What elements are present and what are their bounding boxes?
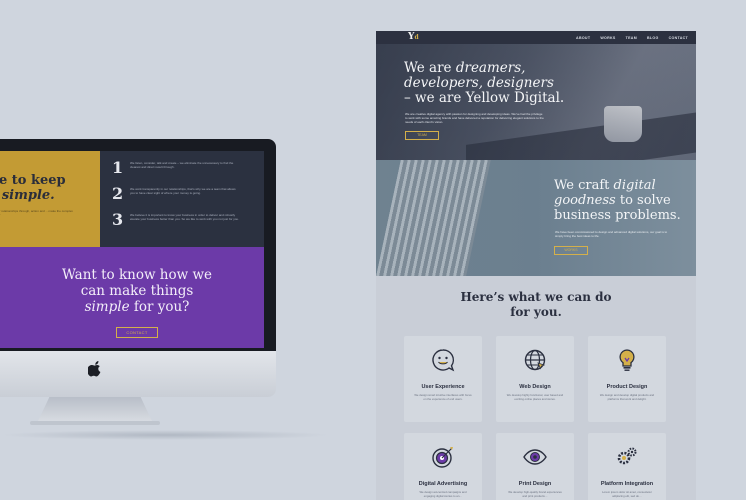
service-card-user-experience[interactable]: User Experience We design smart intuitiv… — [404, 336, 482, 422]
service-desc: We design ad-centred campaigns and engag… — [419, 490, 467, 498]
service-title: Digital Advertising — [418, 481, 468, 487]
step-2: 2 We work transparently in our relations… — [112, 185, 240, 203]
target-icon — [432, 447, 453, 468]
steps-panel: 1 We listen, consider, talk and create –… — [100, 151, 264, 247]
cta-line2: can make things — [80, 283, 194, 299]
step-number: 1 — [112, 158, 124, 177]
step-text: We work transparently in our relationshi… — [130, 187, 236, 195]
logo-subletter: d — [414, 34, 419, 41]
service-title: Product Design — [606, 384, 648, 390]
nav-team[interactable]: TEAM — [626, 36, 637, 40]
service-desc: Lorem ipsum dolor sit amet, consectetur … — [602, 490, 652, 498]
hero-line1-prefix: We are — [404, 60, 456, 76]
craft-line2: goodness to solve — [554, 193, 681, 208]
craft-paragraph: We have been commissioned to design and … — [555, 230, 668, 238]
craft-works-button[interactable]: WORKS — [554, 246, 588, 255]
craft-line1-emphasis: digital — [613, 178, 656, 193]
nav-contact[interactable]: CONTACT — [669, 36, 688, 40]
simple-heading-line2: s simple. — [0, 188, 100, 203]
globe-icon — [524, 349, 546, 371]
nav-about[interactable]: ABOUT — [576, 36, 590, 40]
service-card-web-design[interactable]: Web Design We develop highly functional,… — [496, 336, 574, 422]
cta-line1: Want to know how we — [61, 267, 213, 283]
service-title: Web Design — [519, 384, 551, 390]
nav-links: ABOUT WORKS TEAM BLOG CONTACT — [576, 31, 688, 44]
craft-line2-emphasis: goodness — [554, 193, 616, 208]
cta-emphasis: simple — [84, 299, 130, 315]
craft-section: We craft digital goodness to solve busin… — [376, 160, 696, 276]
service-desc: We develop high-quality brand experience… — [508, 490, 562, 498]
service-card-platform-integration[interactable]: Platform Integration Lorem ipsum dolor s… — [588, 433, 666, 500]
lightbulb-icon — [619, 349, 635, 371]
service-desc: We design smart intuitive interfaces wit… — [414, 393, 472, 401]
hero-line1-emphasis: dreamers, — [455, 60, 526, 76]
craft-line1: We craft digital — [554, 178, 681, 193]
nav-blog[interactable]: BLOG — [647, 36, 659, 40]
services-title-line1: Here’s what we can do — [460, 290, 612, 304]
step-text: We believe it is important to know your … — [130, 213, 239, 221]
step-1: 1 We listen, consider, talk and create –… — [112, 159, 240, 177]
hero-section: We are dreamers, developers, designers –… — [376, 44, 696, 160]
craft-line1-prefix: We craft — [554, 178, 614, 193]
cta-line3-rest: for you? — [129, 299, 190, 315]
service-card-product-design[interactable]: Product Design We design and develop dig… — [588, 336, 666, 422]
imac-chin — [0, 351, 276, 397]
hero-line3: – we are Yellow Digital. — [404, 90, 565, 106]
site-logo[interactable]: Yd — [408, 32, 420, 43]
service-desc: We design and develop digital products a… — [599, 393, 655, 401]
hero-paragraph: We are creative digital agency with pass… — [405, 112, 544, 124]
smiley-chat-icon — [432, 349, 455, 372]
simple-heading: ke to keep s simple. — [0, 173, 100, 203]
imac-screen: ke to keep s simple. …in our relationshi… — [0, 151, 264, 348]
step-3: 3 We believe it is important to know you… — [112, 211, 240, 229]
craft-line2-rest: to solve — [615, 193, 671, 208]
imac-mockup: ke to keep s simple. …in our relationshi… — [0, 139, 276, 429]
step-number: 2 — [112, 184, 124, 203]
craft-heading: We craft digital goodness to solve busin… — [554, 178, 681, 223]
building-image — [376, 160, 493, 276]
craft-line3: business problems. — [554, 208, 681, 223]
services-title-line2: for you. — [510, 305, 562, 319]
hero-heading: We are dreamers, developers, designers –… — [404, 61, 564, 106]
eye-icon — [523, 449, 547, 465]
hero-team-button[interactable]: TEAM — [405, 131, 439, 140]
service-title: Print Design — [518, 481, 552, 487]
simple-panel: ke to keep s simple. …in our relationshi… — [0, 151, 100, 247]
cta-panel: Want to know how we can make things simp… — [0, 247, 264, 348]
nav-works[interactable]: WORKS — [600, 36, 615, 40]
service-title: User Experience — [421, 384, 465, 390]
imac-stand — [38, 397, 152, 421]
cta-line3: simple for you? — [10, 299, 264, 315]
simple-panel-text: …in our relationships through, action an… — [0, 209, 73, 217]
gears-icon — [617, 447, 637, 465]
hero-line1: We are dreamers, — [404, 61, 564, 76]
step-number: 3 — [112, 210, 124, 229]
imac-bezel: ke to keep s simple. …in our relationshi… — [0, 139, 276, 351]
cta-heading: Want to know how we can make things simp… — [0, 267, 264, 315]
simple-heading-emphasis: simple. — [1, 188, 55, 203]
service-title: Platform Integration — [600, 481, 654, 487]
website-mockup: Yd ABOUT WORKS TEAM BLOG CONTACT We are … — [376, 31, 696, 500]
service-card-print-design[interactable]: Print Design We develop high-quality bra… — [496, 433, 574, 500]
site-navbar: Yd ABOUT WORKS TEAM BLOG CONTACT — [376, 31, 696, 44]
step-text: We listen, consider, talk and create – w… — [130, 161, 234, 169]
hero-line2-emphasis: developers, designers — [404, 75, 554, 91]
service-desc: We develop highly functional, user based… — [506, 393, 564, 401]
imac-shadow — [0, 430, 330, 440]
apple-logo-icon — [88, 361, 101, 377]
hero-line2: developers, designers — [404, 76, 564, 91]
service-card-digital-advertising[interactable]: Digital Advertising We design ad-centred… — [404, 433, 482, 500]
services-title: Here’s what we can do for you. — [376, 290, 696, 320]
contact-button[interactable]: CONTACT — [116, 327, 158, 338]
imac-foot — [30, 421, 160, 425]
simple-heading-line1: ke to keep — [0, 173, 66, 188]
